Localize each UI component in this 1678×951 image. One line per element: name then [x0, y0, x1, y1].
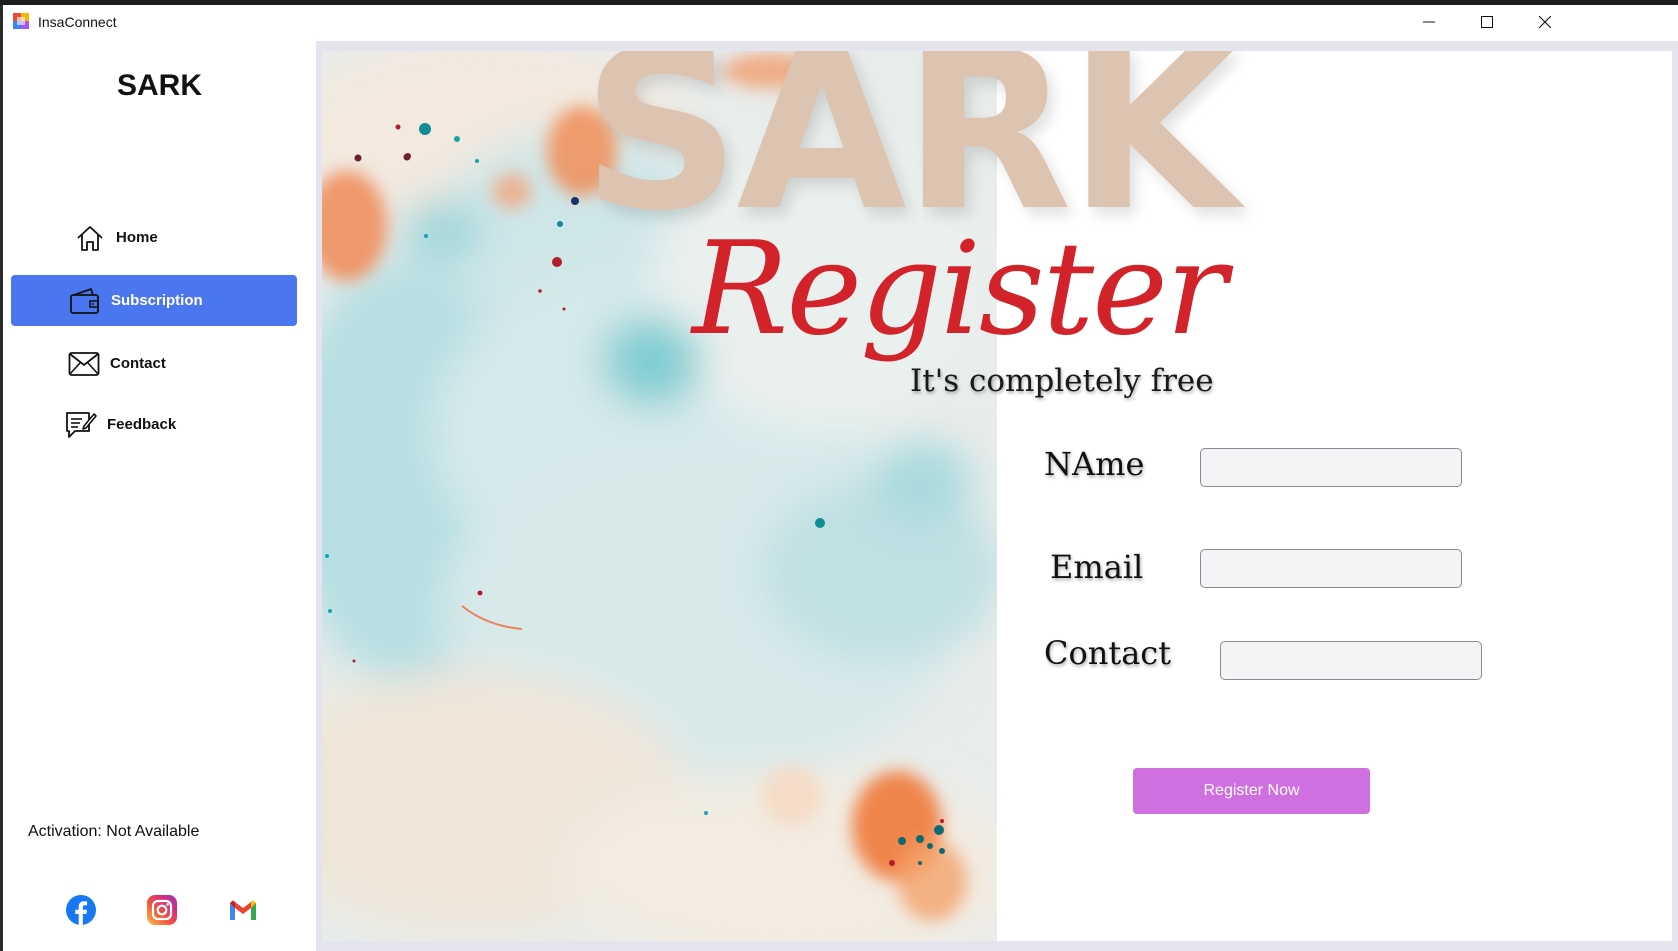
minimize-button[interactable] [1400, 5, 1458, 39]
email-field[interactable] [1200, 549, 1462, 588]
contact-field[interactable] [1220, 641, 1482, 680]
close-button[interactable] [1516, 5, 1574, 39]
facebook-icon[interactable] [65, 894, 97, 926]
sidebar-item-label: Home [116, 229, 158, 246]
name-field[interactable] [1200, 448, 1462, 487]
app-window: InsaConnect SARK Home Subscription Conta… [0, 0, 1678, 951]
sidebar-item-feedback[interactable]: Feedback [64, 399, 284, 450]
sidebar: SARK Home Subscription Contact Feedback [3, 39, 316, 951]
sidebar-item-subscription[interactable]: Subscription [11, 275, 297, 326]
sidebar-item-label: Feedback [107, 416, 177, 433]
sidebar-item-home[interactable]: Home [73, 212, 273, 263]
activation-status: Activation: Not Available [28, 823, 200, 840]
sidebar-item-contact[interactable]: Contact [67, 338, 267, 389]
registration-poster: SARK Register It's completely free NAme … [322, 51, 1672, 941]
window-title: InsaConnect [38, 14, 117, 30]
title-bar: InsaConnect [3, 5, 1678, 39]
envelope-icon [67, 347, 101, 381]
register-headline: Register [692, 215, 1227, 364]
sidebar-item-label: Contact [110, 355, 166, 372]
email-label: Email [1050, 548, 1144, 586]
feedback-icon [64, 408, 98, 442]
name-label: NAme [1044, 445, 1145, 483]
close-icon [1539, 16, 1551, 28]
wallet-icon [68, 284, 102, 318]
gmail-icon[interactable] [227, 894, 259, 926]
home-icon [73, 221, 107, 255]
insaconnect-app-icon [13, 13, 29, 29]
contact-label: Contact [1044, 634, 1172, 672]
tagline: It's completely free [910, 363, 1214, 399]
register-now-button[interactable]: Register Now [1133, 768, 1370, 814]
minimize-icon [1423, 21, 1435, 23]
poster-brand-watermark: SARK [582, 51, 1239, 259]
sidebar-item-label: Subscription [111, 292, 203, 309]
instagram-icon[interactable] [146, 894, 178, 926]
sidebar-brand: SARK [116, 69, 202, 102]
maximize-button[interactable] [1458, 5, 1516, 39]
maximize-icon [1481, 16, 1493, 28]
